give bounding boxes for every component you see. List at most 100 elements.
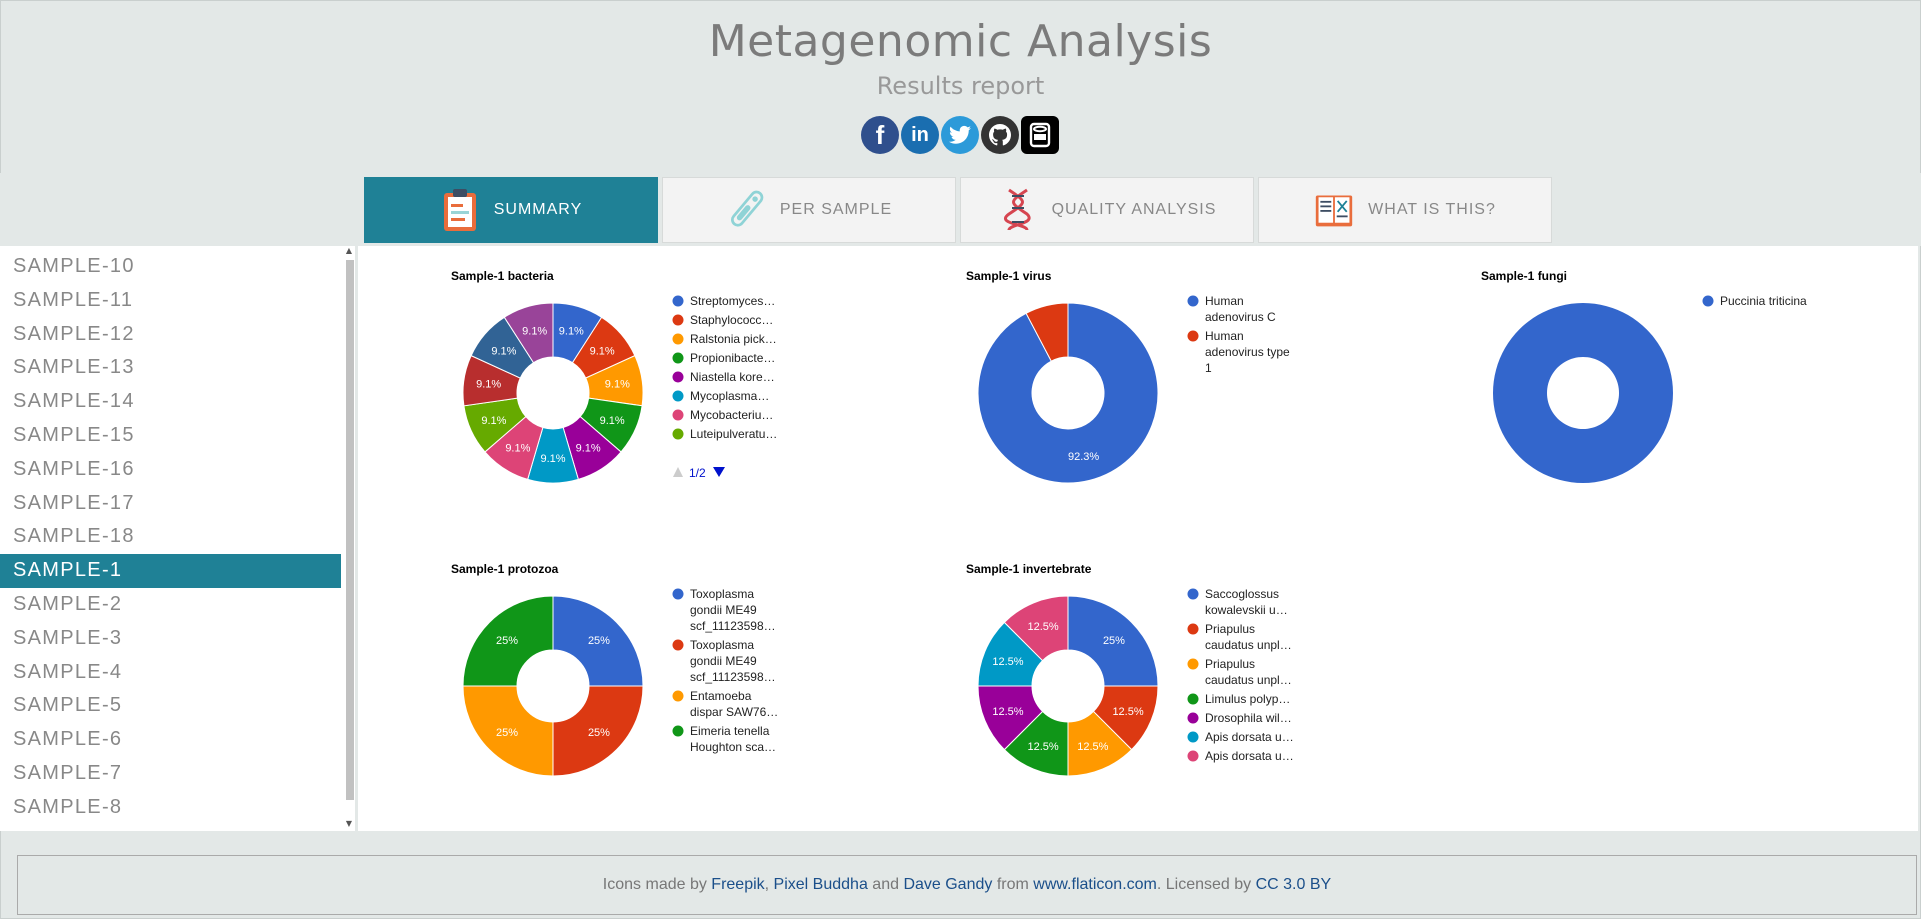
sidebar-item-sample-1[interactable]: SAMPLE-1 — [0, 554, 341, 588]
footer-link-dave-gandy[interactable]: Dave Gandy — [903, 876, 992, 894]
slice-label: 9.1% — [481, 415, 506, 427]
linkedin-icon[interactable]: in — [901, 116, 939, 154]
slice-label: 12.5% — [1112, 706, 1143, 718]
slice-label: 25% — [1103, 635, 1125, 647]
legend-swatch — [1187, 330, 1199, 342]
legend-entry: caudatus unpl… — [1205, 638, 1292, 652]
charts-panel: Sample-1 bacteria 9.1% 9.1% 9.1% 9.1% 9.1% 9.1… — [358, 246, 1918, 831]
legend-entry: Limulus polyp… — [1205, 692, 1290, 706]
footer-link-pixel-buddha[interactable]: Pixel Buddha — [774, 876, 868, 894]
legend-swatch — [672, 588, 684, 600]
scroll-up-icon[interactable]: ▲ — [343, 246, 355, 258]
tab-per-sample[interactable]: PER SAMPLE — [662, 177, 956, 243]
footer-link-license[interactable]: CC 3.0 BY — [1256, 876, 1332, 894]
sidebar-item-sample-11[interactable]: SAMPLE-11 — [0, 284, 341, 318]
slice-label: 9.1% — [600, 415, 625, 427]
footer-from: from — [992, 876, 1034, 893]
slice-label: 12.5% — [992, 706, 1023, 718]
sidebar-item-sample-14[interactable]: SAMPLE-14 — [0, 385, 341, 419]
facebook-icon[interactable]: f — [861, 116, 899, 154]
tab-quality-analysis[interactable]: QUALITY ANALYSIS — [960, 177, 1254, 243]
page-subtitle: Results report — [876, 72, 1045, 100]
sidebar-item-sample-16[interactable]: SAMPLE-16 — [0, 453, 341, 487]
sidebar-item-sample-3[interactable]: SAMPLE-3 — [0, 622, 341, 656]
mendeley-icon[interactable] — [1021, 116, 1059, 154]
scroll-down-icon[interactable]: ▼ — [343, 819, 355, 831]
sidebar-item-sample-17[interactable]: SAMPLE-17 — [0, 487, 341, 521]
pie-chart-2: Sample-1 virus 92.3% Human adenovirus C Huma… — [966, 269, 1290, 484]
pie-slice[interactable] — [1492, 303, 1673, 483]
tab-what-is-this[interactable]: WHAT IS THIS? — [1258, 177, 1552, 243]
tab-summary[interactable]: SUMMARY — [364, 177, 658, 243]
tab-per-sample-label: PER SAMPLE — [779, 201, 893, 218]
sidebar-item-sample-8[interactable]: SAMPLE-8 — [0, 791, 341, 825]
legend-swatch — [672, 725, 684, 737]
legend-entry: 1 — [1205, 361, 1212, 375]
github-icon[interactable] — [981, 116, 1019, 154]
chart-title: Sample-1 invertebrate — [966, 562, 1092, 576]
footer-prefix: Icons made by — [602, 876, 712, 893]
legend-swatch — [1187, 623, 1199, 635]
sidebar-item-sample-2[interactable]: SAMPLE-2 — [0, 588, 341, 622]
sidebar-item-sample-7[interactable]: SAMPLE-7 — [0, 757, 341, 791]
legend-swatch — [672, 639, 684, 651]
tab-bar: SUMMARY PER SAMPLE QUALITY ANALYSIS WHAT… — [0, 173, 1921, 246]
legend-entry: Puccinia triticina — [1720, 294, 1807, 308]
sidebar-item-sample-9[interactable]: SAMPLE-9 — [0, 825, 341, 831]
sidebar-item-sample-12[interactable]: SAMPLE-12 — [0, 318, 341, 352]
chart-title: Sample-1 fungi — [1481, 269, 1567, 283]
sidebar-item-sample-13[interactable]: SAMPLE-13 — [0, 351, 341, 385]
footer-licensed: . Licensed by — [1156, 876, 1256, 893]
slice-label: 12.5% — [1028, 741, 1059, 753]
slice-label: 25% — [588, 635, 610, 647]
charts-canvas: Sample-1 bacteria 9.1% 9.1% 9.1% 9.1% 9.1% 9.1… — [451, 269, 1807, 777]
slice-label: 9.1% — [559, 326, 584, 338]
slice-label: 9.1% — [505, 443, 530, 455]
legend-swatch — [672, 314, 684, 326]
legend-swatch — [1187, 658, 1199, 670]
sidebar-item-sample-4[interactable]: SAMPLE-4 — [0, 656, 341, 690]
page-title: Metagenomic Analysis — [708, 16, 1213, 67]
sidebar-item-sample-6[interactable]: SAMPLE-6 — [0, 723, 341, 757]
legend-entry: dispar SAW76… — [690, 705, 778, 719]
footer-link-freepik[interactable]: Freepik — [711, 876, 764, 894]
legend-entry: gondii ME49 — [690, 654, 757, 668]
social-links: f in — [861, 116, 1059, 154]
pie-chart-4: Sample-1 protozoa 25% 25% 25% 25% Toxoplasma g… — [451, 562, 778, 777]
slice-label: 25% — [588, 727, 610, 739]
legend-entry: Ralstonia pick… — [690, 332, 777, 346]
legend-entry: Luteipulveratu… — [690, 427, 777, 441]
slice-label: 92.3% — [1068, 451, 1099, 463]
legend-entry: Apis dorsata u… — [1205, 730, 1294, 744]
legend-swatch — [672, 295, 684, 307]
legend-swatch — [672, 690, 684, 702]
clipboard-icon — [440, 188, 480, 232]
footer: Icons made by Freepik, Pixel Buddha and … — [17, 855, 1917, 915]
legend-next-icon[interactable] — [713, 467, 725, 477]
sidebar-item-sample-15[interactable]: SAMPLE-15 — [0, 419, 341, 453]
scroll-thumb[interactable] — [346, 260, 354, 800]
footer-link-flaticon[interactable]: www.flaticon.com — [1033, 876, 1157, 894]
legend-entry: Mycobacteriu… — [690, 408, 773, 422]
legend-entry: Human — [1205, 329, 1244, 343]
sidebar-item-sample-5[interactable]: SAMPLE-5 — [0, 689, 341, 723]
slice-label: 25% — [496, 635, 518, 647]
sidebar-item-sample-18[interactable]: SAMPLE-18 — [0, 520, 341, 554]
legend-entry: Streptomyces… — [690, 294, 775, 308]
legend-prev-icon[interactable] — [673, 467, 683, 477]
tab-what-is-this-label: WHAT IS THIS? — [1368, 201, 1496, 218]
sample-list: SAMPLE-10 SAMPLE-11 SAMPLE-12 SAMPLE-13 SAMP… — [0, 246, 341, 831]
sidebar-item-sample-10[interactable]: SAMPLE-10 — [0, 250, 341, 284]
legend-swatch — [1187, 712, 1199, 724]
legend-swatch — [1187, 750, 1199, 762]
slice-label: 9.1% — [590, 345, 615, 357]
slice-label: 9.1% — [522, 326, 547, 338]
footer-and: and — [867, 876, 904, 893]
test-tube-icon — [726, 188, 766, 232]
legend-entry: Mycoplasma… — [690, 389, 769, 403]
twitter-icon[interactable] — [941, 116, 979, 154]
pie-chart-3: Sample-1 fungi Puccinia triticina — [1481, 269, 1807, 483]
sidebar-scrollbar[interactable]: ▲ ▼ — [343, 246, 355, 831]
slice-label: 12.5% — [992, 656, 1023, 668]
legend-entry: Priapulus — [1205, 622, 1255, 636]
